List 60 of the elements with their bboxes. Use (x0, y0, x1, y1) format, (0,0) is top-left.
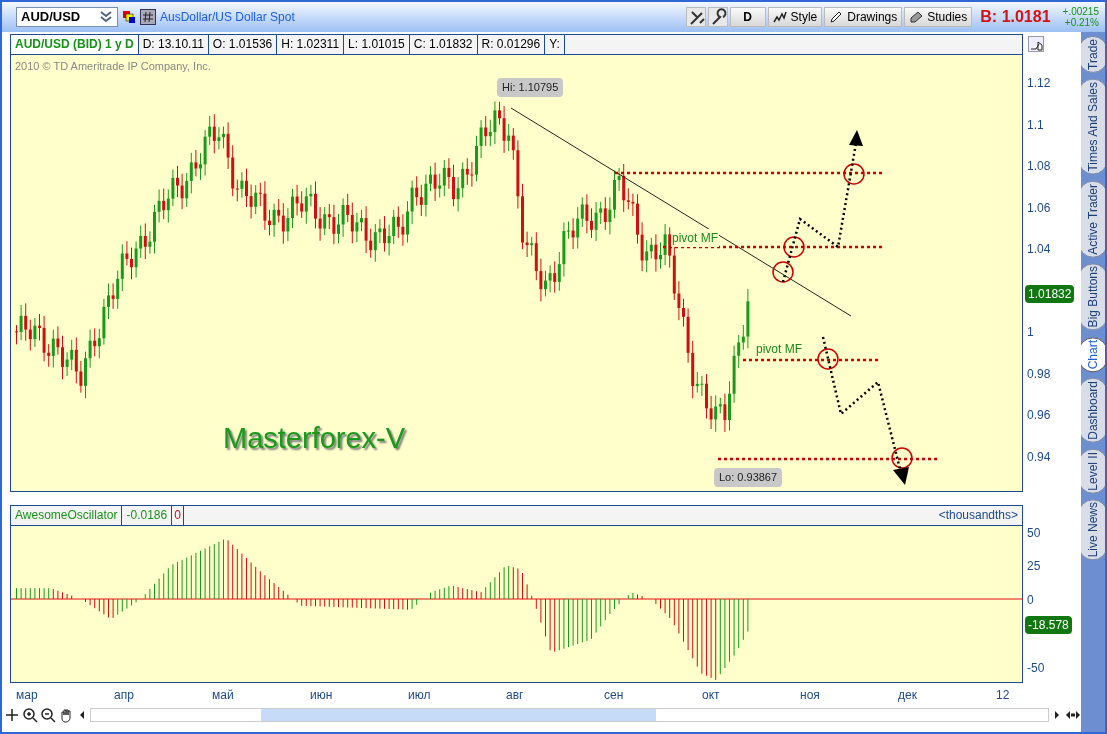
month-label: авг (506, 687, 524, 704)
copyright-text: 2010 © TD Ameritrade IP Company, Inc. (15, 59, 211, 74)
chart-title: AUD/USD (BID) 1 y D (11, 35, 139, 54)
axis-label: -50 (1027, 659, 1045, 677)
toolbar-button[interactable]: Style (767, 7, 823, 27)
axis-label: 1.12 (1027, 75, 1051, 92)
sidebar-tab[interactable]: Level II (1081, 448, 1105, 494)
price-change: +.00215 (1062, 6, 1099, 17)
month-label: окт (702, 687, 720, 704)
axis-label: 50 (1027, 524, 1041, 542)
last-value-badge: -18.578 (1025, 616, 1072, 635)
axis-label: 1.06 (1027, 199, 1051, 217)
sidebar-tab[interactable]: Live News (1081, 499, 1105, 561)
pivot-label: pivot MF (671, 229, 719, 247)
sidebar-tab[interactable]: Big Buttons (1081, 263, 1105, 331)
axis-label: 0 (1027, 592, 1034, 609)
last-price-badge: 1.01832 (1025, 285, 1075, 304)
toolbar-button[interactable]: Drawings (824, 7, 903, 27)
symbol-description: AusDollar/US Dollar Spot (160, 9, 295, 26)
chart-title-text: Masterforex-V (223, 421, 406, 456)
month-label: апр (114, 687, 134, 704)
month-label: июн (310, 687, 333, 704)
toolbar-button[interactable]: D (729, 7, 766, 27)
symbol-field[interactable]: AUD/USD (16, 7, 118, 27)
month-label: мар (16, 687, 38, 704)
month-label: дек (898, 687, 917, 704)
month-label: сен (604, 687, 624, 704)
axis-label: 0.94 (1027, 449, 1051, 467)
ohlc-field: O: 1.01536 (208, 35, 278, 54)
units-label: <thousandths> (937, 507, 1020, 524)
month-label: ноя (800, 687, 820, 704)
sidebar-tab[interactable]: Times And Sales (1081, 78, 1105, 175)
axis-label: 1.1 (1027, 116, 1044, 134)
indicator-value: -0.0186 (122, 506, 173, 525)
high-price-label: Hi: 1.10795 (497, 78, 564, 97)
ohlc-field: D: 13.10.11 (138, 35, 209, 54)
sidebar-tab[interactable]: Dashboard (1081, 377, 1105, 443)
ohlc-field: L: 1.01015 (344, 35, 410, 54)
axis-label: 1.04 (1027, 241, 1051, 259)
axis-label: 0.96 (1027, 407, 1051, 425)
ohlc-field: R: 0.01296 (477, 35, 546, 54)
axis-label: 1 (1027, 324, 1034, 342)
month-label: 12 (996, 687, 1010, 704)
sidebar-tab[interactable]: Chart (1081, 336, 1105, 372)
month-label: июл (408, 687, 431, 704)
month-label: май (212, 687, 234, 704)
axis-label: 25 (1027, 558, 1041, 576)
low-price-label: Lo: 0.93867 (714, 468, 783, 487)
ohlc-field: H: 1.02311 (277, 35, 345, 54)
sidebar-tab[interactable]: Active Trader (1081, 180, 1105, 258)
axis-label: 0.98 (1027, 365, 1051, 383)
percent-change: +0.21% (1064, 17, 1099, 28)
sidebar-tab[interactable]: Trade (1081, 36, 1105, 73)
axis-label: 1.08 (1027, 158, 1051, 176)
ohlc-field: C: 1.01832 (409, 35, 478, 54)
indicator-signal: 0 (172, 506, 184, 525)
bid-price: B: 1.0181 (980, 7, 1051, 27)
indicator-name: AwesomeOscillator (11, 506, 123, 525)
toolbar-button[interactable]: Studies (904, 7, 973, 27)
ohlc-field: Y: (545, 35, 565, 54)
